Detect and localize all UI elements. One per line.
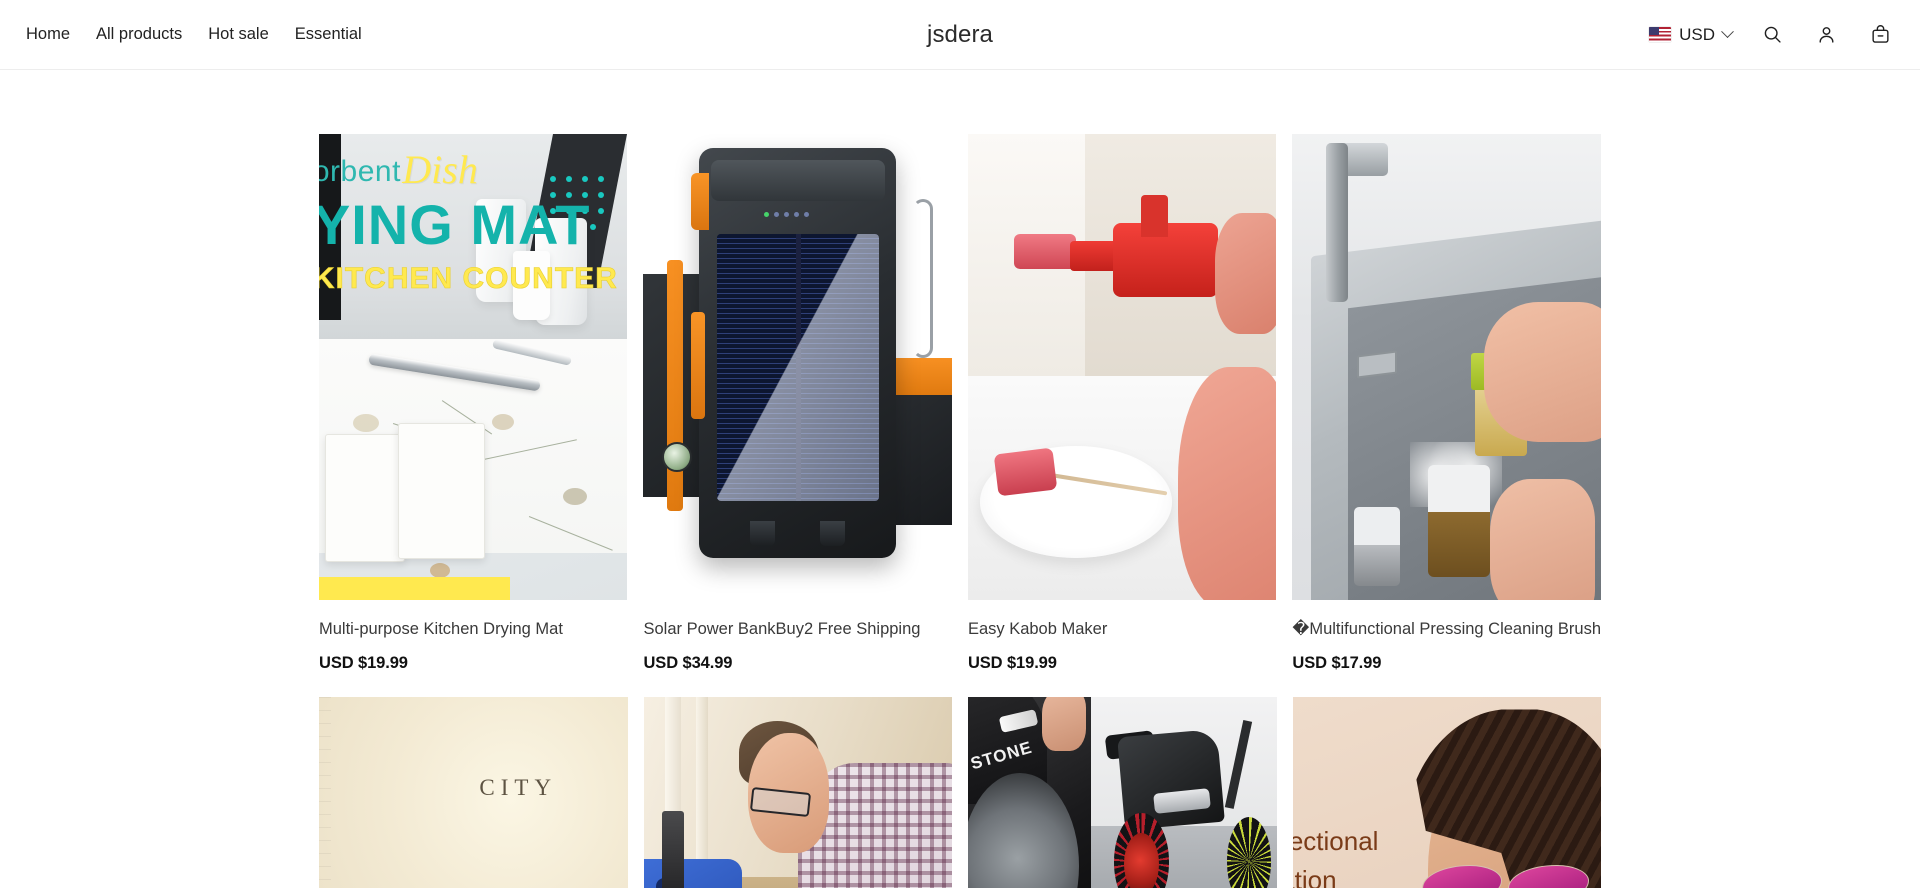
product-price: USD $17.99 — [1292, 654, 1382, 673]
nav-item-home[interactable]: Home — [24, 22, 72, 47]
product-image[interactable] — [1292, 134, 1601, 600]
nav-item-essential[interactable]: Essential — [293, 22, 364, 47]
product-title[interactable]: Solar Power BankBuy2 Free Shipping — [643, 619, 951, 640]
account-icon[interactable] — [1812, 21, 1840, 49]
overlay-line-1: orbent — [319, 154, 401, 188]
product-image[interactable] — [643, 134, 952, 600]
primary-nav: Home All products Hot sale Essential — [24, 22, 364, 47]
product-card[interactable] — [643, 697, 952, 888]
product-card[interactable]: STONE — [968, 697, 1277, 888]
kitchen-drying-mat-art: orbent Dish YING MAT KITCHEN COUNTER — [319, 134, 628, 600]
product-card[interactable]: rectional ation nnology — [1292, 697, 1601, 888]
product-image[interactable] — [643, 697, 952, 888]
cart-bag-icon[interactable] — [1866, 21, 1894, 49]
site-header: Home All products Hot sale Essential jsd… — [0, 0, 1920, 70]
product-card[interactable]: CITY — [319, 697, 628, 888]
nav-item-hot-sale[interactable]: Hot sale — [206, 22, 271, 47]
product-image[interactable]: CITY — [319, 697, 628, 888]
overlay-line-1: rectional — [1292, 826, 1379, 857]
product-grid-row-1: orbent Dish YING MAT KITCHEN COUNTER Mul… — [319, 134, 1601, 673]
product-card[interactable]: Solar Power BankBuy2 Free Shipping USD $… — [643, 134, 952, 673]
product-card[interactable]: �Multifunctional Pressing Cleaning Brush… — [1292, 134, 1601, 673]
product-title[interactable]: �Multifunctional Pressing Cleaning Brush — [1292, 619, 1601, 640]
woodworking-drill-jig-art — [643, 697, 952, 888]
currency-code: USD — [1679, 24, 1715, 44]
product-listing: orbent Dish YING MAT KITCHEN COUNTER Mul… — [0, 70, 1920, 888]
overlay-line-2: ation — [1293, 865, 1337, 888]
product-title[interactable]: Multi-purpose Kitchen Drying Mat — [319, 619, 627, 640]
product-card[interactable]: Easy Kabob Maker USD $19.99 — [967, 134, 1277, 673]
product-image[interactable]: STONE — [968, 697, 1277, 888]
product-image[interactable] — [967, 134, 1277, 600]
product-image[interactable]: rectional ation nnology — [1292, 697, 1601, 888]
overlay-script: Dish — [402, 146, 478, 192]
nav-item-all-products[interactable]: All products — [94, 22, 184, 47]
tire-marker-motorcycle-art: STONE — [968, 697, 1277, 888]
product-image[interactable]: orbent Dish YING MAT KITCHEN COUNTER — [319, 134, 628, 600]
product-price: USD $19.99 — [319, 654, 408, 673]
pressing-cleaning-brush-art — [1292, 134, 1601, 600]
city-beige-photo-art: CITY — [319, 697, 628, 888]
woman-pink-sunglasses-art: rectional ation nnology — [1292, 697, 1601, 888]
currency-selector[interactable]: USD — [1649, 24, 1734, 45]
header-actions: USD — [1649, 21, 1894, 49]
easy-kabob-maker-art — [967, 134, 1277, 600]
product-price: USD $19.99 — [967, 654, 1057, 673]
us-flag-icon — [1649, 27, 1672, 42]
product-card[interactable]: orbent Dish YING MAT KITCHEN COUNTER Mul… — [319, 134, 628, 673]
search-icon[interactable] — [1758, 21, 1786, 49]
overlay-line-2: YING MAT — [319, 193, 591, 257]
overlay-word: CITY — [479, 775, 558, 801]
site-logo-text[interactable]: jsdera — [927, 21, 993, 49]
product-grid-row-2: CITY STONE ectional tion — [319, 697, 1601, 888]
solar-power-bank-art — [643, 134, 952, 600]
product-title[interactable]: Easy Kabob Maker — [968, 619, 1276, 640]
product-price: USD $34.99 — [643, 654, 733, 673]
overlay-line-3: KITCHEN COUNTER — [319, 262, 618, 296]
chevron-down-icon — [1721, 25, 1734, 39]
